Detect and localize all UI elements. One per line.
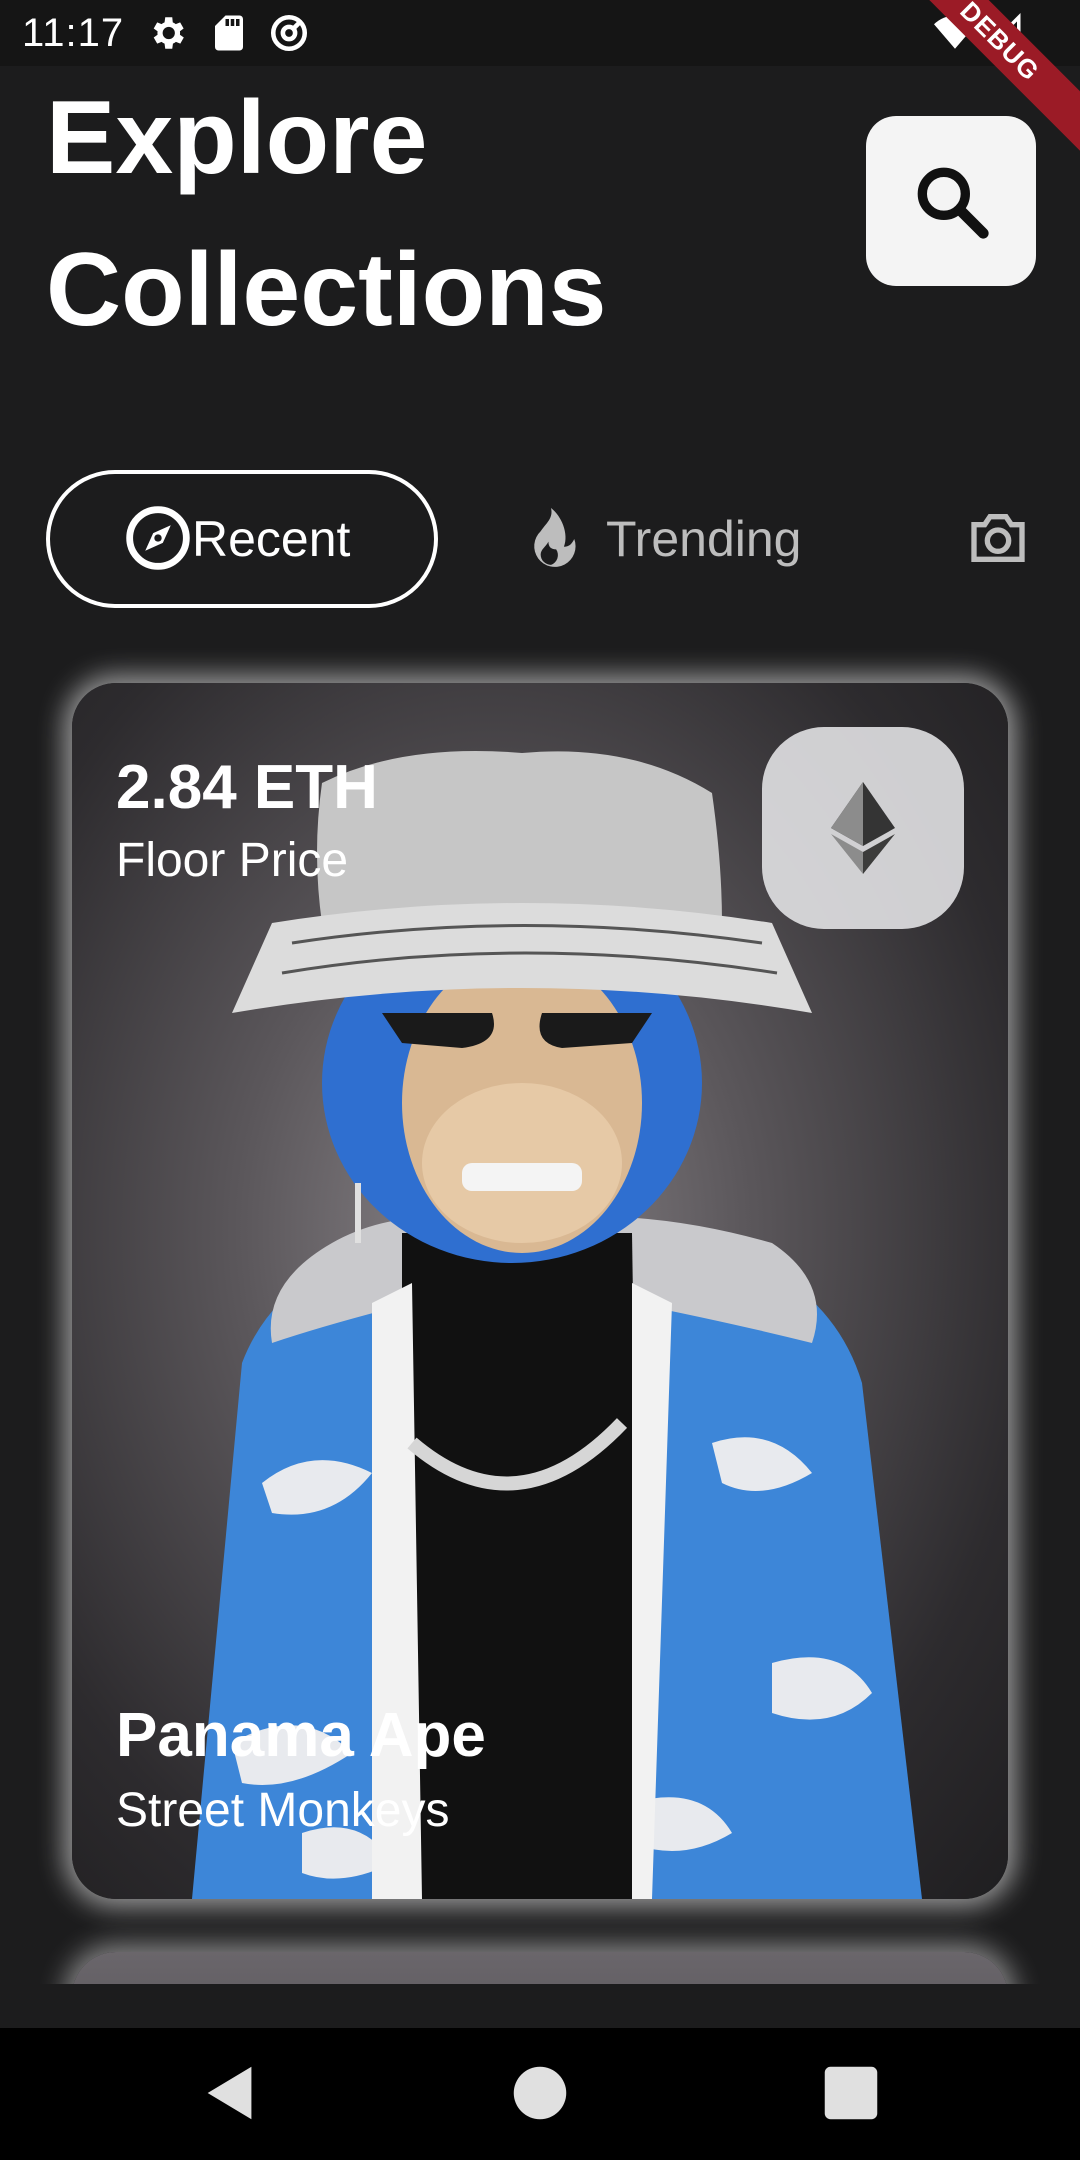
page-title: Explore Collections [46,62,746,366]
tab-recent[interactable]: Recent [46,470,438,608]
camera-icon[interactable] [966,506,1030,570]
explore-screen: 11:17 DEBUG Explore Collections Recent T… [0,0,1080,2160]
back-icon[interactable] [196,2058,266,2128]
recents-icon[interactable] [816,2058,886,2128]
sd-card-icon [215,15,243,51]
search-icon [917,167,989,239]
ethereum-icon [831,782,895,874]
page-title-line2: Collections [46,232,607,348]
nft-collection: Street Monkeys [116,1784,450,1837]
navigation-bar [0,2028,1080,2160]
nft-card[interactable]: 2.84 ETH Floor Price Panama Ape Street M… [72,683,1008,1899]
search-button[interactable] [866,116,1036,286]
tab-recent-label: Recent [192,511,351,567]
eth-badge[interactable] [762,727,964,929]
compass-icon [126,506,190,570]
nft-name: Panama Ape [116,1701,486,1770]
floor-price-label: Floor Price [116,834,349,887]
page-title-line1: Explore [46,80,428,196]
at-sign-icon [270,14,308,52]
flame-icon [534,508,576,567]
content-cutoff [0,1984,1080,2028]
status-time: 11:17 [22,11,125,55]
status-bar: 11:17 DEBUG [0,0,1080,162]
tab-trending-label: Trending [606,511,802,567]
settings-icon [153,17,184,49]
home-icon[interactable] [505,2058,575,2128]
floor-price-value: 2.84 ETH [116,753,378,822]
tab-trending[interactable]: Trending [520,470,801,608]
